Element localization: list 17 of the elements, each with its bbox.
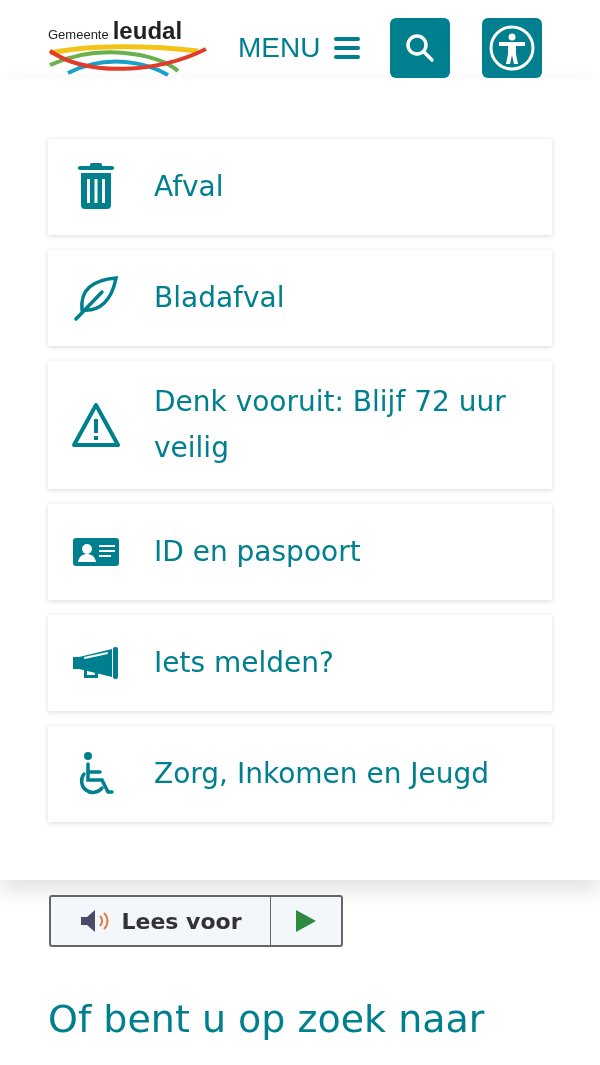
category-link[interactable]: Afval	[48, 139, 552, 235]
logo[interactable]: Gemeente leudal	[48, 18, 208, 77]
accessibility-icon	[488, 23, 537, 72]
search-icon	[404, 31, 437, 64]
search-button[interactable]	[390, 17, 451, 78]
category-link[interactable]: ID en paspoort	[48, 504, 552, 600]
menu-button[interactable]: MENU	[238, 31, 361, 64]
accessibility-button[interactable]	[482, 17, 543, 78]
category-link[interactable]: Denk vooruit: Blijf 72 uur veilig	[48, 361, 552, 489]
category-link[interactable]: Iets melden?	[48, 615, 552, 711]
section-heading: Of bent u op zoek naar	[48, 997, 486, 1041]
leaf-icon	[72, 274, 120, 322]
menu-icon	[334, 36, 361, 59]
play-icon	[296, 910, 316, 932]
category-link[interactable]: Bladafval	[48, 250, 552, 346]
warning-icon	[72, 401, 120, 449]
category-link[interactable]: Zorg, Inkomen en Jeugd	[48, 726, 552, 822]
